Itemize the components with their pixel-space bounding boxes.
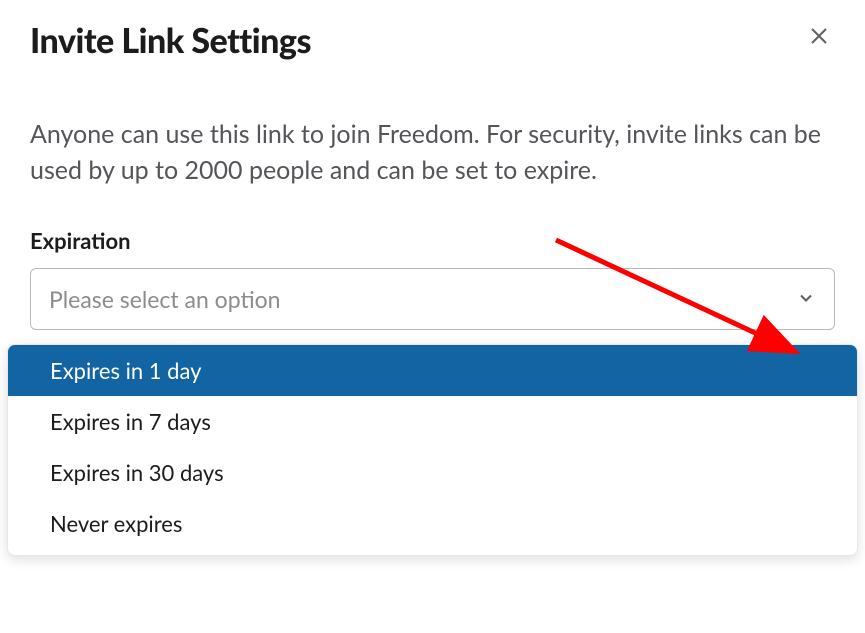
dropdown-option-30-days[interactable]: Expires in 30 days xyxy=(8,447,857,498)
chevron-down-icon xyxy=(796,285,816,313)
expiration-label: Expiration xyxy=(30,227,835,254)
dropdown-option-1-day[interactable]: Expires in 1 day xyxy=(8,345,857,396)
expiration-dropdown: Expires in 1 day Expires in 7 days Expir… xyxy=(7,344,858,556)
dropdown-option-never[interactable]: Never expires xyxy=(8,498,857,549)
invite-link-settings-dialog: Invite Link Settings Anyone can use this… xyxy=(0,0,865,350)
dialog-description: Anyone can use this link to join Freedom… xyxy=(30,116,835,189)
close-button[interactable] xyxy=(803,20,835,55)
select-placeholder: Please select an option xyxy=(49,285,281,313)
expiration-select-wrapper: Please select an option Expires in 1 day… xyxy=(30,268,835,330)
dialog-title: Invite Link Settings xyxy=(30,20,311,61)
dialog-header: Invite Link Settings xyxy=(30,20,835,61)
expiration-select[interactable]: Please select an option xyxy=(30,268,835,330)
dropdown-option-7-days[interactable]: Expires in 7 days xyxy=(8,396,857,447)
close-icon xyxy=(807,24,831,51)
